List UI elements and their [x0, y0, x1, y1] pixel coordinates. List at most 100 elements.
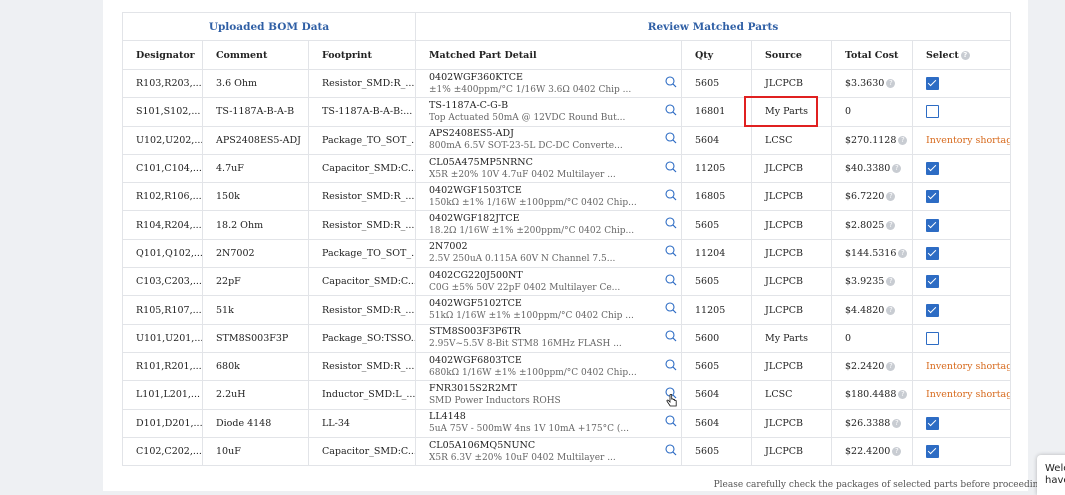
help-icon[interactable]: ?	[960, 50, 970, 60]
designator-cell: D101,D201,...	[122, 408, 203, 438]
select-checkbox[interactable]	[926, 275, 940, 289]
hand-cursor-icon	[666, 394, 677, 407]
search-icon[interactable]	[665, 443, 677, 456]
help-icon[interactable]: ?	[886, 277, 896, 287]
table-row: U102,U202,... APS2408ES5-ADJ Package_TO_SO…	[122, 125, 1012, 155]
footprint-cell: Package_SO:TSSO...	[307, 323, 417, 353]
source-cell: JLCPCB	[751, 153, 833, 184]
select-checkbox[interactable]	[926, 246, 940, 260]
bom-table: Uploaded BOM Data Review Matched Parts D…	[121, 12, 1012, 467]
search-icon[interactable]	[665, 359, 677, 371]
designator-cell: C103,C203,...	[122, 267, 203, 297]
search-icon[interactable]	[665, 132, 677, 144]
help-icon[interactable]: ?	[886, 79, 896, 89]
part-number: 0402WGF182JTCE	[429, 213, 520, 225]
select-checkbox[interactable]	[926, 218, 940, 232]
help-icon[interactable]: ?	[886, 192, 896, 202]
part-number: CL05A475MP5NRNC	[429, 156, 533, 168]
select-cell[interactable]	[912, 97, 1012, 127]
table-row: D101,D201,... Diode 4148 LL-34 LL4148 5uA 75…	[122, 408, 1012, 438]
total-cost-cell: $270.1128?	[831, 125, 914, 155]
qty-cell: 11204	[681, 238, 753, 269]
select-checkbox[interactable]	[926, 445, 940, 458]
source-cell: JLCPCB	[751, 436, 833, 467]
designator-cell: C102,C202,...	[122, 436, 203, 467]
total-cost-cell: $3.3630?	[831, 68, 914, 99]
footprint-cell: LL-34	[307, 408, 417, 438]
source-cell: JLCPCB	[751, 351, 833, 382]
welcome-toast[interactable]: Welc have	[1037, 455, 1065, 495]
search-icon[interactable]	[665, 189, 677, 201]
select-cell[interactable]	[912, 68, 1012, 99]
help-icon[interactable]: ?	[892, 164, 902, 174]
inventory-shortage-label: Inventory shortage	[926, 361, 1011, 373]
select-cell[interactable]	[912, 210, 1012, 240]
table-row: L101,L201,... 2.2uH Inductor_SMD:L_... FNR3…	[122, 380, 1012, 410]
part-number: 0402WGF5102TCE	[429, 298, 522, 310]
comment-cell: 2.2uH	[202, 380, 309, 410]
select-checkbox[interactable]	[926, 303, 940, 317]
select-cell[interactable]: Inventory shortage	[912, 351, 1012, 382]
select-cell[interactable]	[912, 323, 1012, 353]
part-description: 18.2Ω 1/16W ±1% ±200ppm/°C 0402 Chip...	[429, 226, 635, 237]
part-number: LL4148	[429, 411, 466, 423]
source-cell: JLCPCB	[751, 267, 833, 297]
search-icon[interactable]	[665, 104, 677, 116]
search-icon[interactable]	[665, 330, 677, 342]
select-checkbox[interactable]	[926, 416, 940, 430]
help-icon[interactable]: ?	[898, 390, 908, 400]
select-cell[interactable]	[912, 238, 1012, 269]
help-icon[interactable]: ?	[898, 135, 908, 145]
select-checkbox[interactable]	[926, 162, 940, 176]
designator-cell: C101,C104,...	[122, 153, 203, 184]
inventory-shortage-label: Inventory shortage	[926, 134, 1011, 146]
qty-cell: 5605	[681, 351, 753, 382]
part-number: 2N7002	[429, 241, 468, 253]
select-cell[interactable]	[912, 295, 1012, 325]
select-cell[interactable]	[912, 153, 1012, 184]
comment-cell: 680k	[202, 351, 309, 382]
select-checkbox[interactable]	[926, 77, 940, 91]
matched-part-cell: 0402WGF182JTCE 18.2Ω 1/16W ±1% ±200ppm/°C…	[415, 210, 683, 240]
part-number: 0402WGF6803TCE	[429, 354, 522, 366]
select-checkbox[interactable]	[926, 331, 940, 345]
search-icon[interactable]	[665, 302, 677, 314]
matched-part-cell: 2N7002 2.5V 250uA 0.115A 60V N Channel 7.…	[415, 238, 683, 269]
select-cell[interactable]	[912, 182, 1012, 212]
search-icon[interactable]	[665, 217, 677, 229]
help-icon[interactable]: ?	[898, 248, 908, 258]
select-cell[interactable]: Inventory shortage	[912, 125, 1012, 155]
part-number: APS2408ES5-ADJ	[429, 128, 514, 140]
search-icon[interactable]	[665, 245, 677, 257]
select-cell[interactable]	[912, 267, 1012, 297]
help-icon[interactable]: ?	[886, 220, 896, 230]
source-cell: LCSC	[751, 125, 833, 155]
footprint-cell: Package_TO_SOT_...	[307, 238, 417, 269]
select-cell[interactable]	[912, 436, 1012, 467]
total-cost-cell: $144.5316?	[831, 238, 914, 269]
table-row: U101,U201,... STM8S003F3P Package_SO:TSSO.…	[122, 323, 1012, 353]
help-icon[interactable]: ?	[886, 362, 896, 372]
help-icon[interactable]: ?	[886, 305, 896, 315]
designator-cell: R102,R106,...	[122, 182, 203, 212]
table-row: R103,R203,... 3.6 Ohm Resistor_SMD:R_... 04…	[122, 68, 1012, 99]
toast-line-1: Welc	[1045, 463, 1065, 474]
part-number: 0402CG220J500NT	[429, 269, 523, 281]
part-description: 2.95V~5.5V 8-Bit STM8 16MHz FLASH ...	[429, 339, 622, 350]
qty-cell: 5605	[681, 68, 753, 99]
select-checkbox[interactable]	[926, 105, 940, 119]
select-cell[interactable]	[912, 408, 1012, 438]
search-icon[interactable]	[665, 415, 677, 427]
qty-cell: 5605	[681, 210, 753, 240]
designator-cell: S101,S102,...	[122, 97, 203, 127]
search-icon[interactable]	[665, 274, 677, 286]
search-icon[interactable]	[665, 76, 677, 88]
col-comment: Comment	[202, 40, 309, 70]
help-icon[interactable]: ?	[892, 418, 902, 428]
search-icon[interactable]	[665, 160, 677, 173]
matched-part-cell: 0402WGF5102TCE 51kΩ 1/16W ±1% ±100ppm/°C …	[415, 295, 683, 325]
select-checkbox[interactable]	[926, 190, 940, 204]
help-icon[interactable]: ?	[892, 447, 902, 456]
part-description: 51kΩ 1/16W ±1% ±100ppm/°C 0402 Chip ...	[429, 311, 634, 322]
select-cell[interactable]: Inventory shortage	[912, 380, 1012, 410]
